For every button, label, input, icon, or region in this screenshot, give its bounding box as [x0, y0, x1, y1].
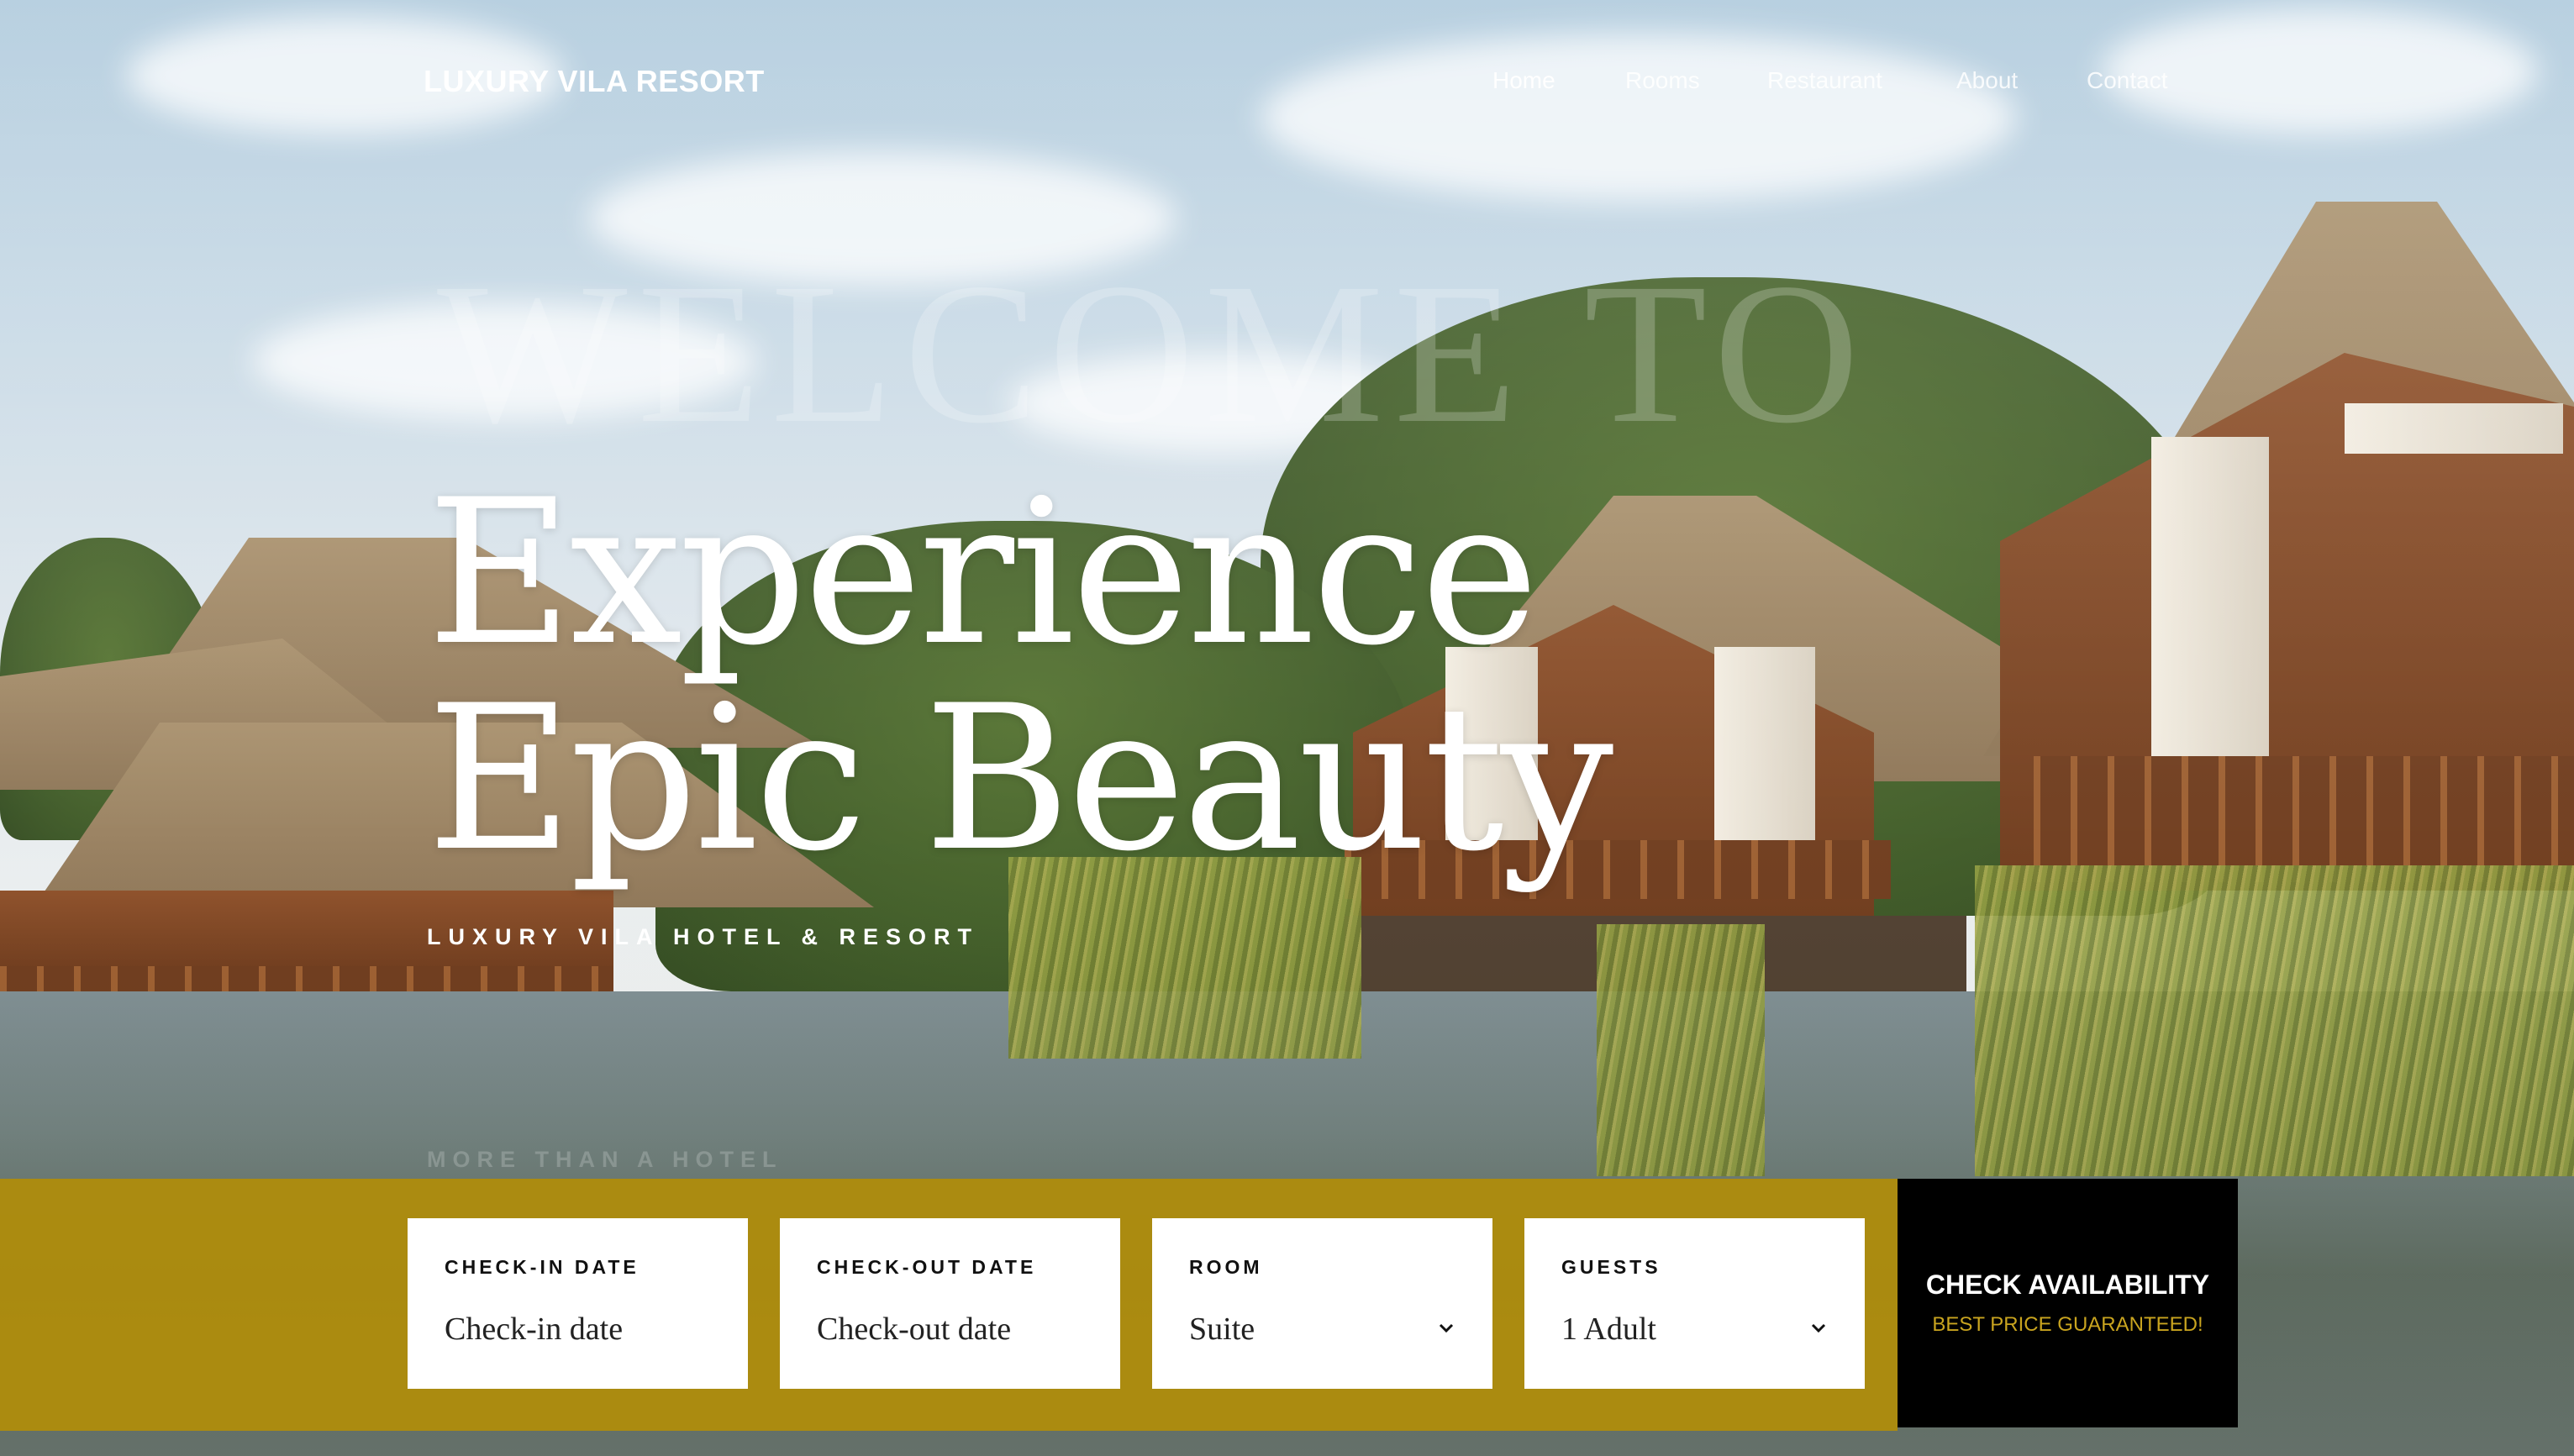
checkout-label: CHECK-OUT DATE — [817, 1256, 1037, 1278]
check-availability-button[interactable]: CHECK AVAILABILITY BEST PRICE GUARANTEED… — [1898, 1179, 2238, 1427]
checkin-field[interactable]: CHECK-IN DATE Check-in date — [408, 1218, 748, 1389]
nav-restaurant[interactable]: Restaurant — [1767, 67, 1882, 94]
chevron-down-icon[interactable] — [1437, 1319, 1455, 1338]
room-value: Suite — [1189, 1311, 1255, 1347]
nav-rooms[interactable]: Rooms — [1625, 67, 1700, 94]
checkout-input[interactable]: Check-out date — [817, 1311, 1011, 1348]
checkin-input[interactable]: Check-in date — [445, 1311, 623, 1348]
guests-select[interactable]: GUESTS 1 Adult — [1524, 1218, 1865, 1389]
hero-ghost-text: WELCOME TO — [437, 241, 1870, 465]
hero-title-line-2: Epic Beauty — [427, 663, 1613, 896]
checkout-field[interactable]: CHECK-OUT DATE Check-out date — [780, 1218, 1120, 1389]
room-label: ROOM — [1189, 1256, 1263, 1278]
best-price-note: BEST PRICE GUARANTEED! — [1932, 1313, 2203, 1336]
checkin-label: CHECK-IN DATE — [445, 1256, 640, 1278]
nav-about[interactable]: About — [1956, 67, 2018, 94]
guests-label: GUESTS — [1561, 1256, 1661, 1278]
hero-subtitle: LUXURY VILA HOTEL & RESORT — [427, 924, 980, 949]
site-logo[interactable]: LUXURY VILA RESORT — [424, 64, 765, 99]
hero-ghost-subtitle: MORE THAN A HOTEL — [427, 1147, 783, 1172]
guests-value: 1 Adult — [1561, 1311, 1656, 1347]
nav-contact[interactable]: Contact — [2087, 67, 2168, 94]
room-select[interactable]: ROOM Suite — [1152, 1218, 1492, 1389]
chevron-down-icon[interactable] — [1809, 1319, 1828, 1338]
hero-title-line-1: Experience — [427, 457, 1539, 690]
check-availability-label: CHECK AVAILABILITY — [1925, 1269, 2210, 1300]
nav-home[interactable]: Home — [1492, 67, 1555, 94]
hero-title: Experience Epic Beauty — [427, 457, 1613, 896]
